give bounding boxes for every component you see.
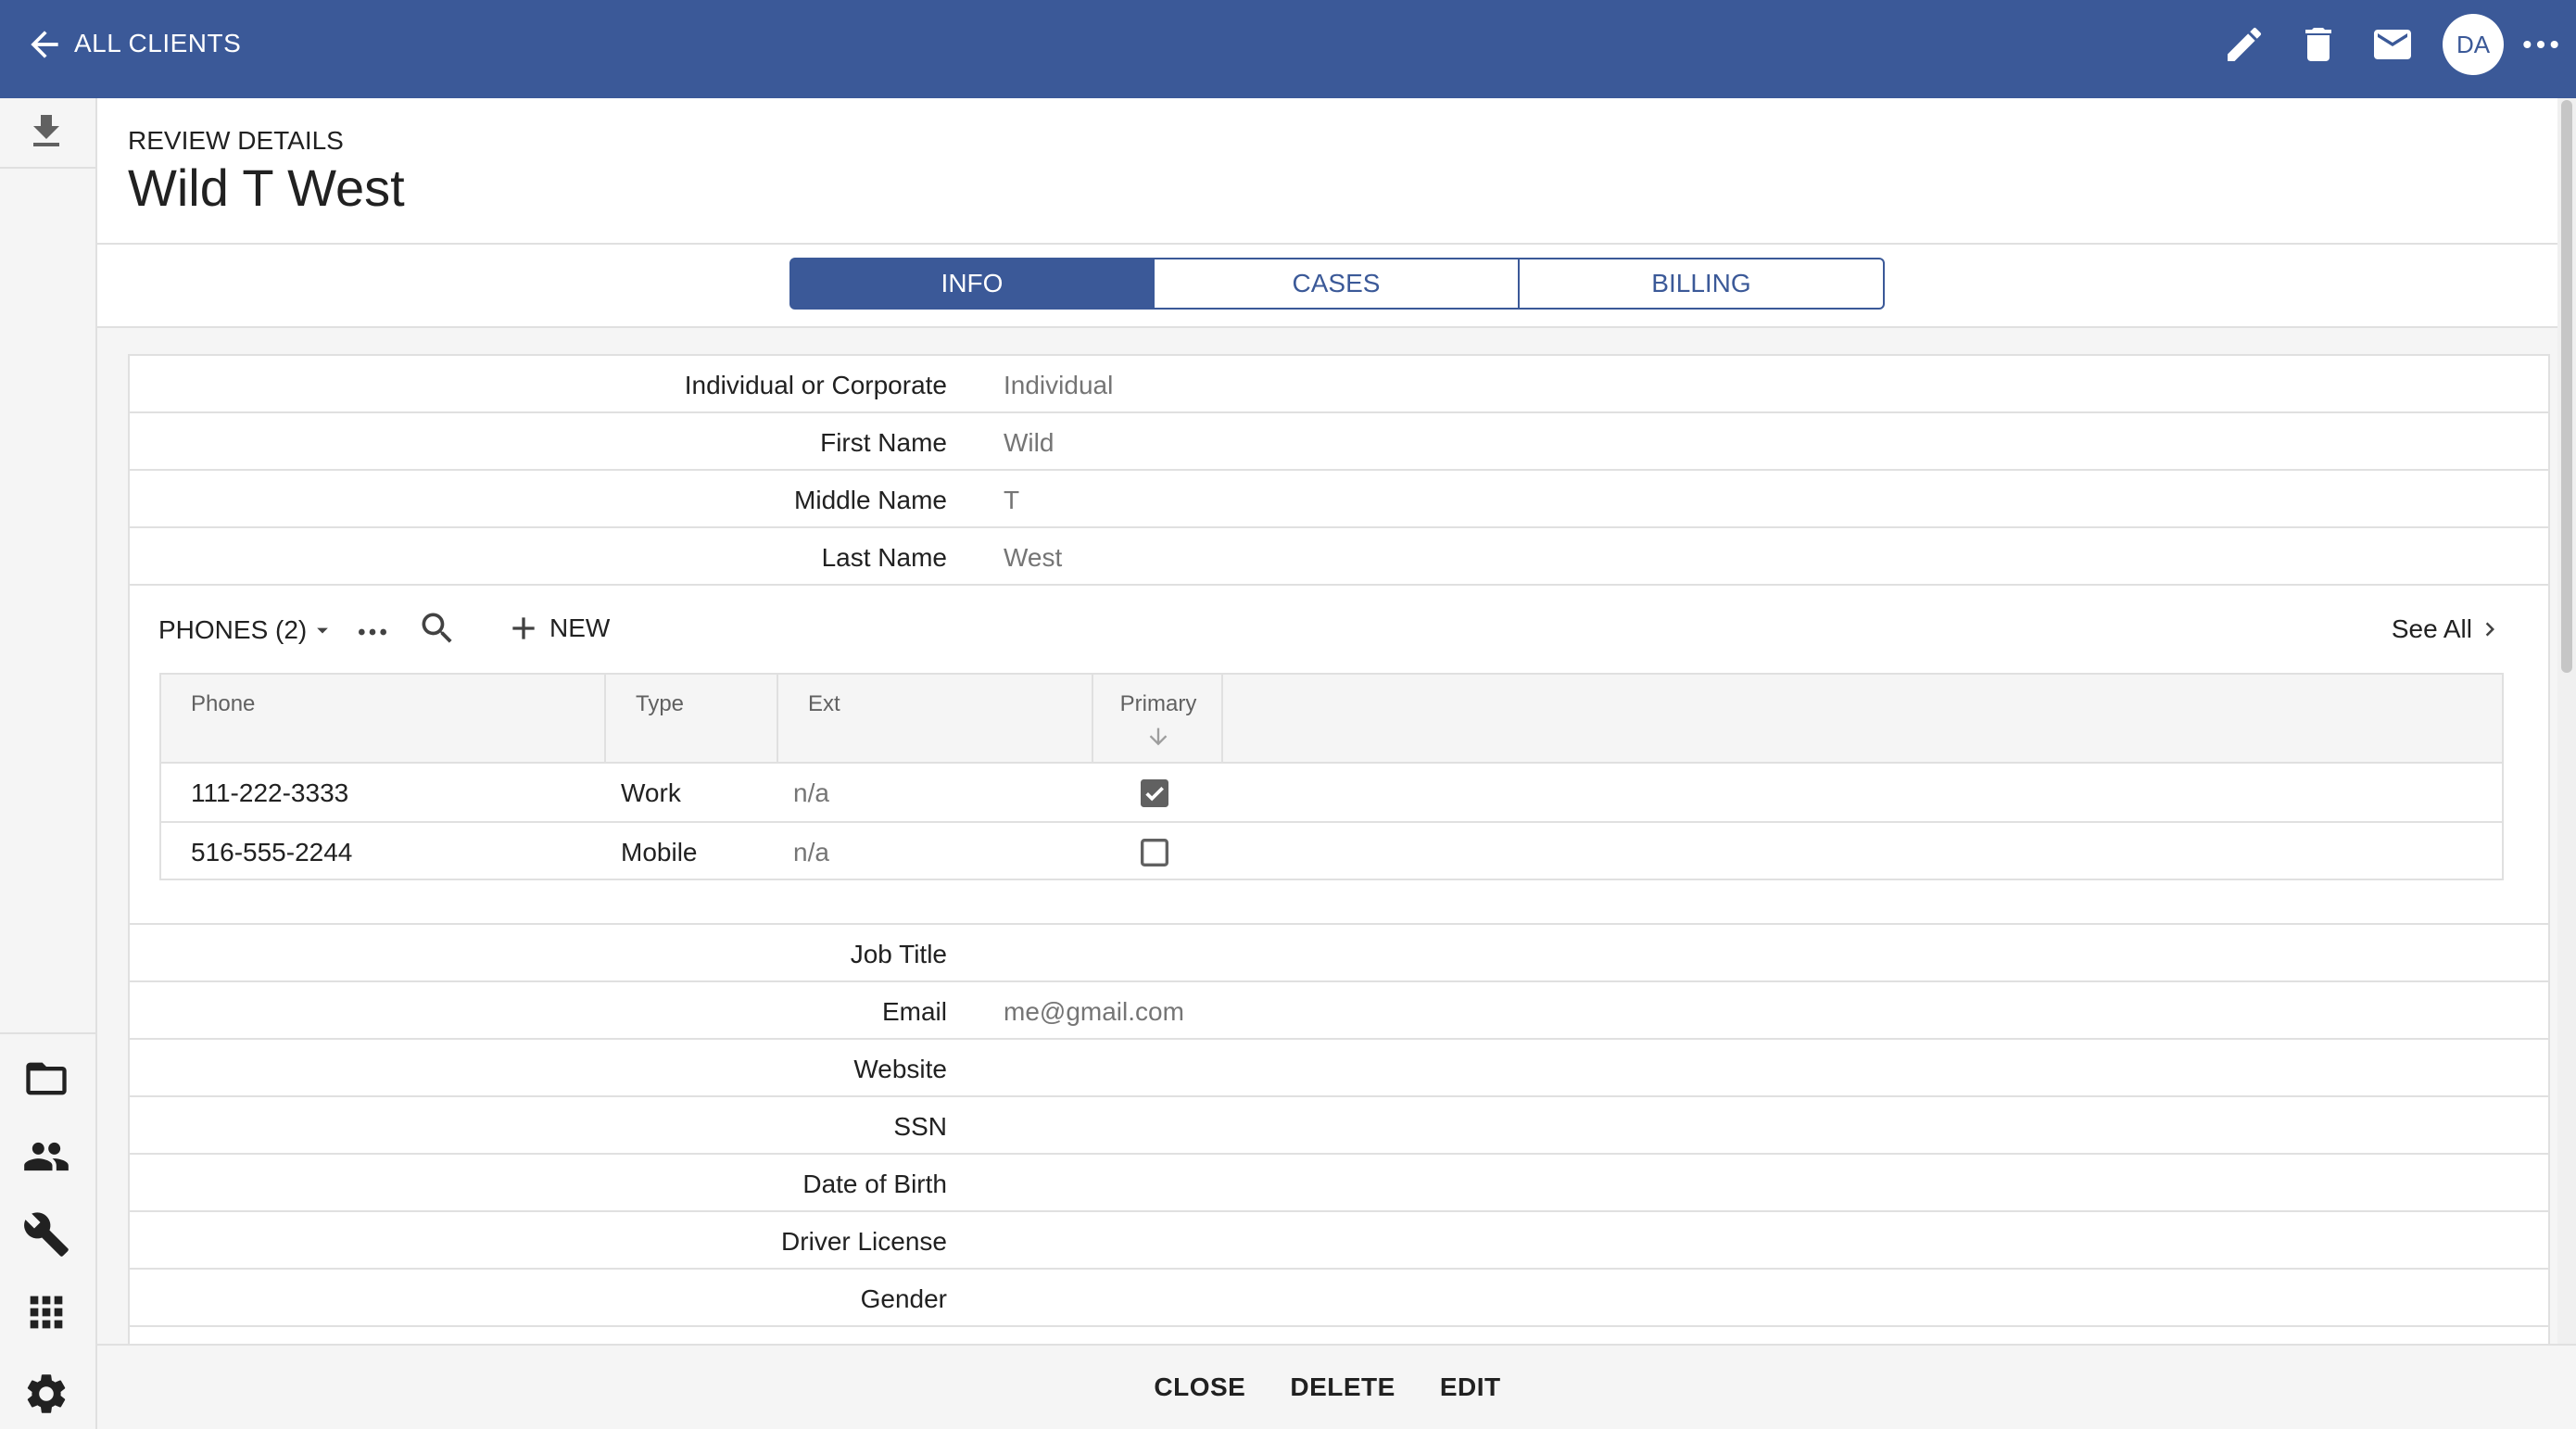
see-all-label: See All bbox=[2391, 614, 2472, 643]
content-area: Individual or Corporate Individual First… bbox=[97, 328, 2557, 1344]
gear-icon[interactable] bbox=[22, 1370, 70, 1418]
phone-cell: 111-222-3333 bbox=[191, 778, 349, 807]
phones-title[interactable]: PHONES (2) bbox=[158, 615, 307, 645]
field-row-middle-name: Middle Name T bbox=[130, 471, 2548, 528]
scrollbar-track[interactable] bbox=[2557, 98, 2576, 1344]
new-phone-button[interactable]: NEW bbox=[505, 606, 610, 651]
table-header: Phone Type Ext Primary bbox=[161, 675, 2502, 764]
column-header-ext[interactable]: Ext bbox=[778, 675, 1093, 762]
phones-table: Phone Type Ext Primary 111-222-3333 Work… bbox=[159, 673, 2504, 880]
phone-cell: 516-555-2244 bbox=[191, 838, 353, 866]
column-header-type[interactable]: Type bbox=[606, 675, 778, 762]
page-subtitle: REVIEW DETAILS bbox=[128, 126, 344, 155]
left-rail bbox=[0, 98, 97, 1429]
all-clients-link[interactable]: ALL CLIENTS bbox=[74, 29, 241, 58]
field-row-email: Email me@gmail.com bbox=[130, 982, 2548, 1040]
field-row-job-title: Job Title bbox=[130, 925, 2548, 982]
close-button[interactable]: CLOSE bbox=[1154, 1372, 1245, 1402]
field-row-partial bbox=[130, 1327, 2548, 1344]
client-info-card: Individual or Corporate Individual First… bbox=[128, 354, 2550, 1344]
field-label: Job Title bbox=[850, 940, 947, 968]
tab-billing[interactable]: BILLING bbox=[1520, 258, 1885, 310]
apps-grid-icon[interactable] bbox=[22, 1288, 70, 1336]
field-value: me@gmail.com bbox=[1004, 997, 1184, 1026]
field-row-last-name: Last Name West bbox=[130, 528, 2548, 586]
rail-nav bbox=[0, 1032, 95, 1429]
page-title: Wild T West bbox=[128, 158, 405, 217]
rail-top-section bbox=[0, 98, 95, 169]
wrench-icon[interactable] bbox=[22, 1210, 70, 1258]
field-value: T bbox=[1004, 486, 1020, 514]
field-label: Middle Name bbox=[794, 486, 947, 514]
new-label: NEW bbox=[549, 613, 611, 642]
field-label: Gender bbox=[860, 1284, 947, 1313]
field-label: Email bbox=[881, 997, 947, 1026]
column-header-phone[interactable]: Phone bbox=[161, 675, 606, 762]
plus-icon bbox=[512, 617, 535, 639]
more-icon[interactable] bbox=[2520, 22, 2561, 67]
ext-cell: n/a bbox=[793, 838, 829, 866]
tab-info[interactable]: INFO bbox=[789, 258, 1155, 310]
bottom-action-bar: CLOSE DELETE EDIT bbox=[97, 1344, 2576, 1429]
field-row-website: Website bbox=[130, 1040, 2548, 1097]
people-icon[interactable] bbox=[22, 1132, 70, 1181]
field-value: West bbox=[1004, 543, 1063, 572]
tab-cases[interactable]: CASES bbox=[1155, 258, 1520, 310]
chevron-right-icon bbox=[2485, 622, 2494, 637]
trash-icon[interactable] bbox=[2296, 22, 2341, 67]
field-row-ssn: SSN bbox=[130, 1097, 2548, 1155]
mail-icon[interactable] bbox=[2370, 22, 2415, 67]
scrollbar-thumb[interactable] bbox=[2561, 100, 2572, 673]
more-icon[interactable] bbox=[354, 613, 391, 651]
top-app-bar: ALL CLIENTS DA bbox=[0, 0, 2576, 98]
field-row-driver-license: Driver License bbox=[130, 1212, 2548, 1270]
table-row[interactable]: 516-555-2244 Mobile n/a bbox=[161, 823, 2502, 882]
field-value: Individual bbox=[1004, 371, 1114, 399]
arrow-down-icon[interactable] bbox=[1145, 723, 1171, 751]
field-label: Last Name bbox=[821, 543, 947, 572]
ext-cell: n/a bbox=[793, 778, 829, 807]
phones-section: PHONES (2) NEW See All Phone Type Ext Pr… bbox=[130, 586, 2548, 925]
column-header-primary[interactable]: Primary bbox=[1093, 675, 1223, 762]
avatar[interactable]: DA bbox=[2443, 14, 2504, 75]
caret-down-icon[interactable] bbox=[309, 617, 335, 643]
field-label: Date of Birth bbox=[802, 1170, 947, 1198]
field-row-first-name: First Name Wild bbox=[130, 413, 2548, 471]
field-row-individual-or-corporate: Individual or Corporate Individual bbox=[130, 356, 2548, 413]
arrow-back-icon[interactable] bbox=[24, 24, 65, 65]
field-value: Wild bbox=[1004, 428, 1054, 457]
field-label: Website bbox=[853, 1055, 947, 1083]
search-icon[interactable] bbox=[417, 608, 458, 649]
page-header: REVIEW DETAILS Wild T West bbox=[97, 98, 2557, 245]
download-icon[interactable] bbox=[24, 109, 69, 154]
pencil-icon[interactable] bbox=[2222, 22, 2267, 67]
table-row[interactable]: 111-222-3333 Work n/a bbox=[161, 764, 2502, 823]
edit-button[interactable]: EDIT bbox=[1440, 1372, 1501, 1402]
field-label: Individual or Corporate bbox=[684, 371, 947, 399]
field-row-gender: Gender bbox=[130, 1270, 2548, 1327]
field-row-date-of-birth: Date of Birth bbox=[130, 1155, 2548, 1212]
field-label: SSN bbox=[893, 1112, 947, 1141]
folder-icon[interactable] bbox=[22, 1055, 70, 1103]
delete-button[interactable]: DELETE bbox=[1290, 1372, 1395, 1402]
type-cell: Work bbox=[621, 778, 681, 807]
see-all-link[interactable]: See All bbox=[2392, 613, 2504, 645]
field-label: First Name bbox=[820, 428, 947, 457]
type-cell: Mobile bbox=[621, 838, 698, 866]
field-label: Driver License bbox=[781, 1227, 947, 1256]
primary-checkbox-unchecked[interactable] bbox=[1136, 834, 1173, 871]
tab-bar: INFO CASES BILLING bbox=[97, 245, 2557, 328]
primary-checkbox-checked[interactable] bbox=[1136, 775, 1173, 812]
phones-toolbar: PHONES (2) NEW See All bbox=[130, 586, 2548, 673]
